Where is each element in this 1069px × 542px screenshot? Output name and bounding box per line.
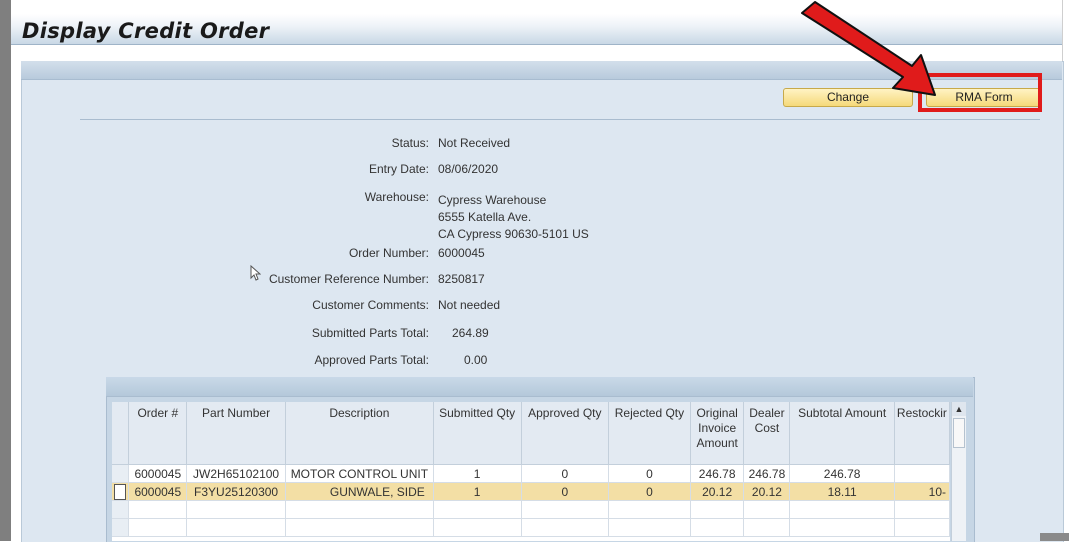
empty-cell <box>186 518 286 537</box>
cell-description: MOTOR CONTROL UNIT <box>285 464 434 483</box>
order-number-value: 6000045 <box>438 246 485 260</box>
window-left-border <box>0 0 11 541</box>
empty-cell <box>743 500 791 519</box>
empty-cell <box>608 500 691 519</box>
cell-subtotal-amount: 18.11 <box>789 482 895 501</box>
row-selector[interactable] <box>112 518 130 537</box>
parts-grid: Order # Part Number Description Submitte… <box>112 402 950 541</box>
cell-submitted-qty: 1 <box>433 482 522 501</box>
empty-cell <box>894 500 950 519</box>
row-selector-header[interactable] <box>112 402 130 465</box>
empty-cell <box>894 518 950 537</box>
approved-total-label: Approved Parts Total: <box>314 353 429 367</box>
empty-cell <box>128 500 188 519</box>
cell-description: GUNWALE, SIDE <box>285 482 434 501</box>
entry-date-value: 08/06/2020 <box>438 162 499 176</box>
empty-cell <box>128 518 188 537</box>
empty-cell <box>521 500 610 519</box>
status-value: Not Received <box>438 136 511 150</box>
empty-cell <box>285 518 434 537</box>
cell-dealer-cost: 246.78 <box>743 464 791 483</box>
empty-cell <box>433 500 522 519</box>
cell-restocking <box>894 464 950 483</box>
cell-submitted-qty: 1 <box>433 464 522 483</box>
table-vertical-scrollbar[interactable]: ▲ <box>951 402 966 541</box>
empty-cell <box>285 500 434 519</box>
scroll-up-icon[interactable]: ▲ <box>952 402 966 416</box>
cell-restocking: 10- <box>894 482 950 501</box>
empty-cell <box>690 500 745 519</box>
col-rejected-qty[interactable]: Rejected Qty <box>608 402 691 465</box>
cell-order: 6000045 <box>128 482 188 501</box>
cell-dealer-cost: 20.12 <box>743 482 791 501</box>
cell-approved-qty: 0 <box>521 482 610 501</box>
row-selector[interactable] <box>112 500 130 519</box>
empty-cell <box>521 518 610 537</box>
customer-comments-label: Customer Comments: <box>312 298 429 312</box>
cell-rejected-qty: 0 <box>608 482 691 501</box>
cell-part-number: JW2H65102100 <box>186 464 286 483</box>
customer-comments-value: Not needed <box>438 298 501 312</box>
cell-part-number: F3YU25120300 <box>186 482 286 501</box>
col-part-number[interactable]: Part Number <box>186 402 286 465</box>
table-row-empty[interactable] <box>112 518 950 537</box>
warehouse-line2: 6555 Katella Ave. <box>438 210 532 224</box>
cell-original-invoice-amount: 20.12 <box>690 482 745 501</box>
table-row-selected[interactable]: 6000045 F3YU25120300 GUNWALE, SIDE 1 0 0… <box>112 482 950 501</box>
row-selector[interactable] <box>112 482 130 501</box>
warehouse-label: Warehouse: <box>364 190 429 204</box>
col-submitted-qty[interactable]: Submitted Qty <box>433 402 522 465</box>
scroll-thumb[interactable] <box>953 418 965 448</box>
change-button[interactable]: Change <box>783 88 913 107</box>
customer-ref-label: Customer Reference Number: <box>268 272 429 286</box>
empty-cell <box>789 500 895 519</box>
cell-subtotal-amount: 246.78 <box>789 464 895 483</box>
status-label: Status: <box>391 136 429 150</box>
rma-form-button[interactable]: RMA Form <box>926 88 1042 107</box>
empty-cell <box>186 500 286 519</box>
col-dealer-cost[interactable]: Dealer Cost <box>743 402 791 465</box>
entry-date-label: Entry Date: <box>368 162 429 176</box>
empty-cell <box>690 518 745 537</box>
page-title: Display Credit Order <box>22 19 270 43</box>
submitted-total-value: 264.89 <box>452 326 489 340</box>
col-restocking[interactable]: Restockir <box>894 402 950 465</box>
approved-total-value: 0.00 <box>464 353 488 367</box>
col-order[interactable]: Order # <box>128 402 188 465</box>
customer-ref-value: 8250817 <box>438 272 485 286</box>
cell-order: 6000045 <box>128 464 188 483</box>
table-header-row: Order # Part Number Description Submitte… <box>112 402 950 465</box>
parts-table-header-strip <box>106 377 973 397</box>
table-row-empty[interactable] <box>112 500 950 519</box>
empty-cell <box>743 518 791 537</box>
table-row[interactable]: 6000045 JW2H65102100 MOTOR CONTROL UNIT … <box>112 464 950 483</box>
empty-cell <box>789 518 895 537</box>
cell-original-invoice-amount: 246.78 <box>690 464 745 483</box>
order-number-label: Order Number: <box>348 246 429 260</box>
empty-cell <box>608 518 691 537</box>
warehouse-line1: Cypress Warehouse <box>438 193 547 207</box>
col-approved-qty[interactable]: Approved Qty <box>521 402 610 465</box>
row-selector[interactable] <box>112 464 130 483</box>
col-subtotal-amount[interactable]: Subtotal Amount <box>789 402 895 465</box>
col-original-invoice-amount[interactable]: Original Invoice Amount <box>690 402 745 465</box>
window-corner <box>1040 533 1069 541</box>
submitted-total-label: Submitted Parts Total: <box>311 326 429 340</box>
col-description[interactable]: Description <box>285 402 434 465</box>
mouse-pointer-icon <box>250 265 261 281</box>
panel-header <box>21 61 1062 80</box>
empty-cell <box>433 518 522 537</box>
row-checkbox[interactable] <box>114 483 126 500</box>
cell-rejected-qty: 0 <box>608 464 691 483</box>
warehouse-line3: CA Cypress 90630-5101 US <box>438 227 589 241</box>
section-divider <box>80 119 1040 120</box>
cell-approved-qty: 0 <box>521 464 610 483</box>
